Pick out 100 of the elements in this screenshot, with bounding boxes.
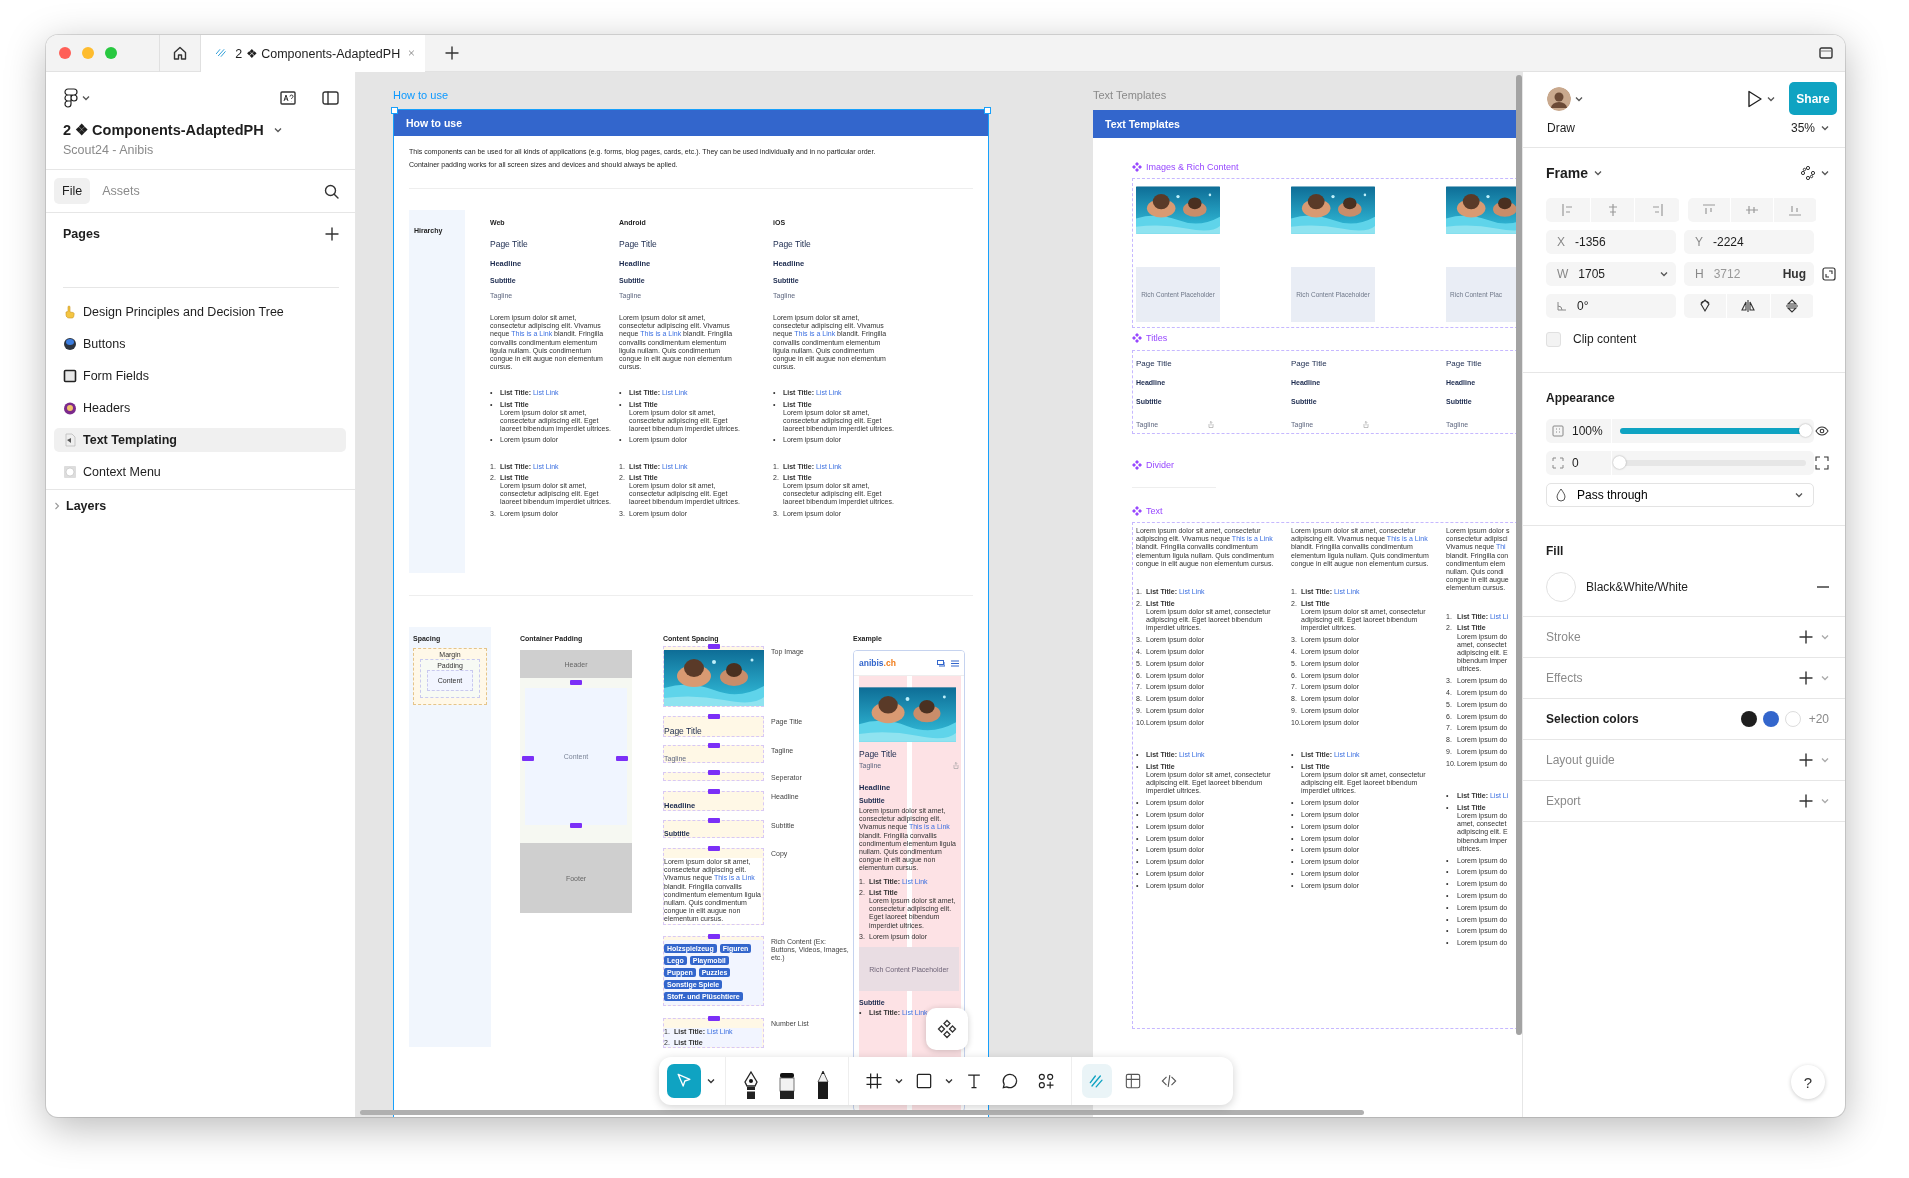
- section-title: Fill: [1546, 543, 1565, 560]
- resize-icon[interactable]: [1822, 267, 1836, 281]
- help-button[interactable]: ?: [1791, 1065, 1825, 1099]
- caret-icon[interactable]: [1795, 492, 1803, 498]
- panel-tab[interactable]: File: [54, 178, 91, 204]
- section-title[interactable]: Layers: [66, 499, 107, 513]
- section-title[interactable]: Effects: [1546, 671, 1583, 685]
- spacing-badge: [708, 846, 720, 851]
- x-field[interactable]: X -1356: [1546, 230, 1676, 254]
- component-icon: [937, 1019, 957, 1039]
- dots-ring-icon[interactable]: [1801, 166, 1815, 180]
- spacing-badge: [708, 644, 720, 649]
- search-icon[interactable]: [324, 183, 339, 199]
- component-button[interactable]: [926, 1008, 968, 1050]
- section-title[interactable]: Export: [1546, 794, 1581, 808]
- file-name: 2 ❖ Components-AdaptedPH: [63, 122, 264, 138]
- style-name[interactable]: Black&White/White: [1586, 580, 1807, 594]
- pointing-hand-icon: [63, 305, 77, 319]
- caret-icon[interactable]: [945, 1078, 953, 1084]
- caret-icon[interactable]: [1660, 271, 1668, 277]
- frame-header: How to use: [394, 110, 988, 136]
- caret-icon[interactable]: [273, 127, 282, 133]
- share-button[interactable]: Share: [1789, 82, 1837, 115]
- plus-icon[interactable]: [1799, 671, 1813, 685]
- page-item[interactable]: Buttons: [54, 332, 346, 356]
- avatar[interactable]: [1547, 86, 1571, 111]
- slider-thumb[interactable]: [1799, 424, 1812, 437]
- expand-icon[interactable]: [1815, 456, 1829, 470]
- plus-icon[interactable]: [1799, 753, 1813, 767]
- page-title: Page Title: [619, 239, 657, 249]
- plate-icon: [63, 465, 77, 479]
- caret-icon[interactable]: [82, 95, 90, 101]
- checkbox-label: Clip content: [1573, 332, 1637, 346]
- spacing-badge: [708, 714, 720, 719]
- caret-icon[interactable]: [895, 1078, 903, 1084]
- radius-field[interactable]: 0: [1546, 451, 1611, 475]
- color-swatch[interactable]: [1546, 572, 1576, 602]
- component-icon: [1132, 460, 1142, 470]
- slider-thumb[interactable]: [1613, 456, 1626, 469]
- opacity-icon: [1552, 425, 1564, 437]
- flip-vertical-icon[interactable]: [1784, 299, 1799, 313]
- menu-icon[interactable]: [951, 659, 959, 667]
- caret-icon[interactable]: [707, 1078, 715, 1084]
- width-field[interactable]: W 1705: [1546, 262, 1676, 286]
- sidebar-toggle-icon[interactable]: [322, 91, 339, 105]
- frame-label[interactable]: Text Templates: [1093, 89, 1167, 101]
- flip-horizontal-icon[interactable]: [1741, 299, 1756, 313]
- blend-dropdown[interactable]: Pass through: [1546, 483, 1814, 507]
- scrollbar[interactable]: [1516, 75, 1522, 1035]
- rotation-field[interactable]: 0°: [1546, 294, 1676, 318]
- document-tab[interactable]: 2 ❖ Components-AdaptedPH: [201, 35, 425, 72]
- eye-icon[interactable]: [1815, 424, 1829, 438]
- selection-handle[interactable]: [391, 107, 398, 114]
- zoom-level[interactable]: 35%: [1790, 121, 1815, 135]
- plus-icon[interactable]: [325, 227, 339, 241]
- scrollbar[interactable]: [360, 1110, 1364, 1115]
- page-item[interactable]: Design Principles and Decision Tree: [54, 300, 346, 324]
- height-field[interactable]: H 3712 Hug: [1684, 262, 1814, 286]
- logo-icon[interactable]: [64, 88, 78, 108]
- caret-icon[interactable]: [1767, 95, 1775, 102]
- chat-icon[interactable]: [937, 659, 945, 667]
- new-tab-icon[interactable]: [445, 46, 459, 60]
- spacing-badge: [708, 743, 720, 748]
- caret-icon[interactable]: [1594, 170, 1603, 176]
- panel-tab[interactable]: Assets: [94, 178, 148, 204]
- section-title[interactable]: Layout guide: [1546, 753, 1615, 767]
- page-title: Page Title: [1291, 359, 1327, 368]
- color-dot[interactable]: [1762, 711, 1779, 727]
- window-icon[interactable]: [1819, 47, 1833, 59]
- page-item[interactable]: Context Menu: [54, 460, 346, 484]
- checkbox[interactable]: [1546, 331, 1561, 347]
- comment-icon: [1000, 1071, 1020, 1091]
- opacity-field[interactable]: 100%: [1546, 419, 1611, 443]
- caret-icon[interactable]: [1821, 170, 1829, 176]
- caret-icon[interactable]: [1575, 95, 1583, 102]
- more-count[interactable]: +20: [1808, 712, 1829, 726]
- tab-title: 2 ❖ Components-AdaptedPH: [235, 45, 401, 61]
- page-title: Page Title: [490, 239, 528, 249]
- text-box-icon[interactable]: [280, 91, 296, 105]
- y-field[interactable]: Y -2224: [1684, 230, 1814, 254]
- caret-icon[interactable]: [1821, 125, 1829, 131]
- page-item[interactable]: Form Fields: [54, 364, 346, 388]
- section-title[interactable]: Frame: [1546, 165, 1589, 181]
- scribble-icon: [215, 46, 228, 60]
- page-item[interactable]: Text Templating: [54, 428, 346, 452]
- component-icon: [1132, 162, 1142, 172]
- plus-icon[interactable]: [1799, 630, 1813, 644]
- window-control[interactable]: [59, 47, 71, 59]
- color-dot[interactable]: [1784, 711, 1801, 727]
- home-icon[interactable]: [172, 45, 188, 61]
- page-item[interactable]: Headers: [54, 396, 346, 420]
- play-icon[interactable]: [1747, 89, 1763, 108]
- opacity-slider[interactable]: [1611, 419, 1814, 443]
- section-title[interactable]: Selection colors: [1546, 712, 1639, 726]
- plus-icon[interactable]: [1799, 794, 1813, 808]
- page-title: Page Title: [1446, 359, 1482, 368]
- section-title[interactable]: Stroke: [1546, 630, 1581, 644]
- selection-handle[interactable]: [984, 107, 991, 114]
- radius-slider[interactable]: [1611, 451, 1814, 475]
- color-dot[interactable]: [1740, 711, 1757, 727]
